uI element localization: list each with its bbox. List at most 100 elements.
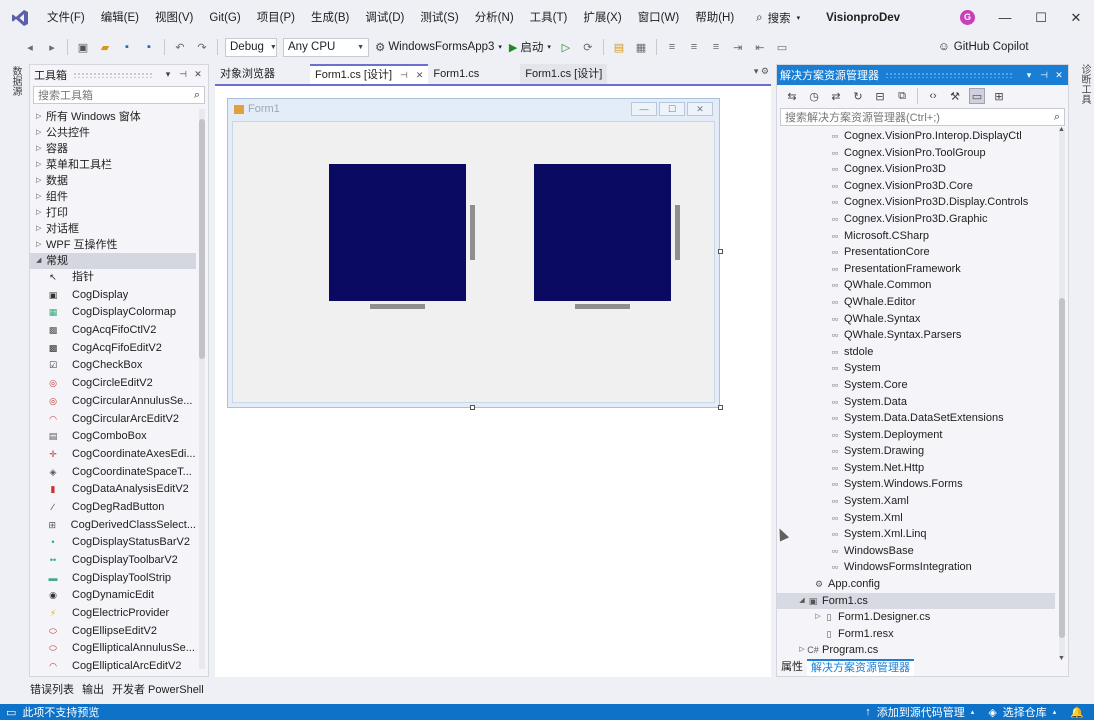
menu-item[interactable]: 窗口(W) bbox=[630, 0, 688, 36]
toolbox-item[interactable]: ▩ CogAcqFifoCtlV2 bbox=[30, 322, 196, 340]
back-icon[interactable]: ◂ bbox=[22, 39, 38, 55]
reference-item[interactable]: ▫▫ System.Data.DataSetExtensions bbox=[777, 410, 1055, 427]
program-item[interactable]: ▷ C# Program.cs bbox=[777, 642, 1055, 659]
document-tab[interactable]: Form1.cs [设计] ⊣ ✕ bbox=[310, 64, 429, 84]
menu-item[interactable]: 测试(S) bbox=[412, 0, 466, 36]
toolbox-item[interactable]: • CogDisplayStatusBarV2 bbox=[30, 534, 196, 552]
menu-item[interactable]: 帮助(H) bbox=[687, 0, 742, 36]
close-icon[interactable]: ✕ bbox=[192, 69, 204, 80]
toolbox-item[interactable]: ∕ CogDegRadButton bbox=[30, 499, 196, 517]
code-icon[interactable]: ‹› bbox=[925, 88, 941, 104]
toolbox-category[interactable]: ▷ 打印 bbox=[30, 205, 196, 221]
chevron-down-icon[interactable]: ▾ bbox=[1023, 70, 1035, 81]
expand-icon[interactable]: ◢ bbox=[797, 593, 807, 610]
toolbox-item[interactable]: ◠ CogEllipticalArcEditV2 bbox=[30, 658, 196, 676]
cog-display-1[interactable] bbox=[329, 164, 466, 301]
toolbox-item[interactable]: ▮ CogDataAnalysisEditV2 bbox=[30, 481, 196, 499]
toolbox-category[interactable]: ▷ 容器 bbox=[30, 141, 196, 157]
forward-icon[interactable]: ▸ bbox=[44, 39, 60, 55]
reference-item[interactable]: ▫▫ PresentationCore bbox=[777, 244, 1055, 261]
toolbox-item[interactable]: ▤ CogComboBox bbox=[30, 428, 196, 446]
reference-item[interactable]: ▫▫ System.Drawing bbox=[777, 443, 1055, 460]
collapse-all-icon[interactable]: ⊟ bbox=[872, 88, 888, 104]
toolbox-item[interactable]: •• CogDisplayToolbarV2 bbox=[30, 552, 196, 570]
reference-item[interactable]: ▫▫ Microsoft.CSharp bbox=[777, 228, 1055, 245]
reference-item[interactable]: ▫▫ Cognex.VisionPro.ToolGroup bbox=[777, 145, 1055, 162]
toolbox-search-input[interactable]: 搜索工具箱 ⌕ bbox=[33, 86, 205, 104]
scrollbar-thumb[interactable] bbox=[1059, 298, 1065, 638]
close-button[interactable]: ✕ bbox=[1066, 8, 1086, 28]
form1-resx-item[interactable]: ▯ Form1.resx bbox=[777, 626, 1055, 643]
scroll-down-icon[interactable]: ▼ bbox=[1058, 655, 1065, 662]
open-folder-icon[interactable]: ▰ bbox=[97, 39, 113, 55]
solution-search-input[interactable]: 搜索解决方案资源管理器(Ctrl+;) ⌕ bbox=[780, 108, 1065, 126]
reference-item[interactable]: ▫▫ WindowsFormsIntegration bbox=[777, 559, 1055, 576]
toolbox-category[interactable]: ▷ 对话框 bbox=[30, 221, 196, 237]
toolbox-category-general[interactable]: ◢ 常规 bbox=[30, 253, 196, 269]
properties-icon[interactable]: ⚒ bbox=[947, 88, 963, 104]
toolbox-item[interactable]: ✛ CogCoordinateAxesEdi... bbox=[30, 446, 196, 464]
switch-views-icon[interactable]: ⇆ bbox=[784, 88, 800, 104]
document-tab[interactable]: 对象浏览器 bbox=[215, 64, 280, 84]
toolbox-item[interactable]: ▣ CogDisplay bbox=[30, 287, 196, 305]
undo-icon[interactable]: ↶ bbox=[172, 39, 188, 55]
reference-item[interactable]: ▫▫ stdole bbox=[777, 344, 1055, 361]
search-box[interactable]: ⌕ 搜索 ▾ bbox=[750, 8, 806, 28]
reference-item[interactable]: ▫▫ Cognex.VisionPro3D.Core bbox=[777, 178, 1055, 195]
cog-display-1-vscrollbar[interactable] bbox=[470, 205, 475, 260]
menu-item[interactable]: Git(G) bbox=[201, 0, 248, 36]
indent-icon[interactable]: ⇥ bbox=[730, 39, 746, 55]
toolbox-item[interactable]: ↖ 指针 bbox=[30, 269, 196, 287]
cog-display-2[interactable] bbox=[534, 164, 671, 301]
bottom-panel-tab[interactable]: 开发者 PowerShell bbox=[108, 681, 208, 697]
close-icon[interactable]: ✕ bbox=[1053, 70, 1065, 81]
resize-handle-bottom[interactable] bbox=[470, 405, 475, 410]
toolbox-item[interactable]: ◎ CogCircularAnnulusSe... bbox=[30, 393, 196, 411]
toolbox-item[interactable]: ◉ CogDynamicEdit bbox=[30, 587, 196, 605]
scroll-up-icon[interactable]: ▲ bbox=[1058, 126, 1065, 133]
startup-project-select[interactable]: ⚙ WindowsFormsApp3 ▾ bbox=[375, 40, 502, 54]
form1-designer-item[interactable]: ▷ ▯ Form1.Designer.cs bbox=[777, 609, 1055, 626]
menu-item[interactable]: 分析(N) bbox=[467, 0, 522, 36]
reference-item[interactable]: ▫▫ System.Deployment bbox=[777, 427, 1055, 444]
source-control-button[interactable]: 添加到源代码管理 bbox=[877, 704, 965, 720]
diagnostic-tools-tab[interactable]: 诊断工具 bbox=[1077, 64, 1092, 104]
reference-item[interactable]: ▫▫ Cognex.VisionPro3D bbox=[777, 161, 1055, 178]
toolbox-item[interactable]: ▬ CogDisplayToolStrip bbox=[30, 570, 196, 588]
new-item-icon[interactable]: ▣ bbox=[75, 39, 91, 55]
select-repo-button[interactable]: 选择仓库 bbox=[1003, 704, 1047, 720]
toolbox-item[interactable]: ☑ CogCheckBox bbox=[30, 357, 196, 375]
menu-item[interactable]: 生成(B) bbox=[303, 0, 357, 36]
app-config-item[interactable]: ⚙ App.config bbox=[777, 576, 1055, 593]
cog-display-2-vscrollbar[interactable] bbox=[675, 205, 680, 260]
outdent-icon[interactable]: ⇤ bbox=[752, 39, 768, 55]
form1-item[interactable]: ◢ ▣ Form1.cs bbox=[777, 592, 1055, 610]
close-icon[interactable]: ✕ bbox=[416, 67, 424, 83]
scrollbar-thumb[interactable] bbox=[199, 119, 205, 359]
reference-item[interactable]: ▫▫ System.Xaml bbox=[777, 493, 1055, 510]
toolbox-item[interactable]: ▦ CogDisplayColormap bbox=[30, 304, 196, 322]
form1-client-area[interactable] bbox=[232, 121, 715, 403]
reference-item[interactable]: ▫▫ PresentationFramework bbox=[777, 261, 1055, 278]
menu-item[interactable]: 扩展(X) bbox=[575, 0, 629, 36]
start-without-debugging-icon[interactable]: ▷ bbox=[558, 39, 574, 55]
github-copilot-button[interactable]: ☺ GitHub Copilot bbox=[938, 36, 1029, 58]
toolbox-category[interactable]: ▷ 所有 Windows 窗体 bbox=[30, 109, 196, 125]
reference-item[interactable]: ▫▫ System.Xml.Linq bbox=[777, 526, 1055, 543]
menu-item[interactable]: 调试(D) bbox=[357, 0, 412, 36]
reference-item[interactable]: ▫▫ QWhale.Syntax bbox=[777, 311, 1055, 328]
expand-icon[interactable]: ▷ bbox=[813, 609, 823, 626]
bottom-panel-tab[interactable]: 错误列表 bbox=[26, 681, 78, 697]
avatar[interactable]: G bbox=[960, 10, 975, 25]
configuration-select[interactable]: Debug ▼ bbox=[225, 37, 277, 57]
reference-item[interactable]: ▫▫ System.Xml bbox=[777, 510, 1055, 527]
hot-reload-icon[interactable]: ⟳ bbox=[580, 39, 596, 55]
toolbox-category[interactable]: ▷ WPF 互操作性 bbox=[30, 237, 196, 253]
align-left-icon[interactable]: ≡ bbox=[664, 39, 680, 55]
toolbox-item[interactable]: ⬭ CogEllipseEditV2 bbox=[30, 623, 196, 641]
reference-item[interactable]: ▫▫ System.Core bbox=[777, 377, 1055, 394]
maximize-button[interactable]: ☐ bbox=[1031, 8, 1051, 28]
toolbox-item[interactable]: ▩ CogAcqFifoEditV2 bbox=[30, 340, 196, 358]
reference-item[interactable]: ▫▫ System.Windows.Forms bbox=[777, 476, 1055, 493]
reference-item[interactable]: ▫▫ Cognex.VisionPro3D.Display.Controls bbox=[777, 194, 1055, 211]
